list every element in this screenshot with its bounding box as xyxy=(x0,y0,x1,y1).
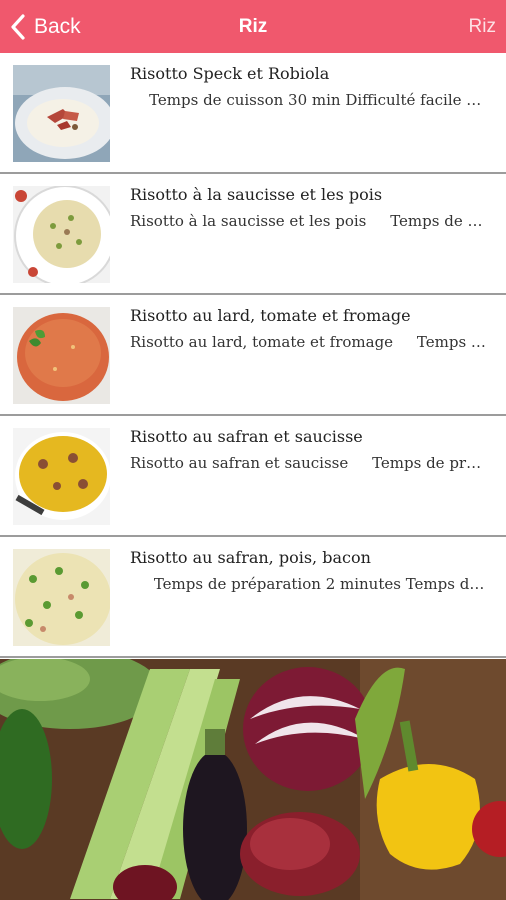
recipe-description: Temps de cuisson 30 min Difficulté facil… xyxy=(130,91,486,109)
recipe-row[interactable]: Risotto à la saucisse et les pois Risott… xyxy=(0,174,506,295)
recipe-thumbnail xyxy=(13,65,110,162)
recipe-title: Risotto Speck et Robiola xyxy=(130,64,330,83)
recipe-description: Risotto à la saucisse et les pois Temps … xyxy=(130,212,486,230)
navigation-bar: Back Riz Riz xyxy=(0,0,506,53)
recipe-list: Risotto Speck et Robiola Temps de cuisso… xyxy=(0,53,506,658)
recipe-thumbnail xyxy=(13,186,110,283)
vegetables-background-image xyxy=(0,659,506,900)
recipe-title: Risotto au lard, tomate et fromage xyxy=(130,306,411,325)
recipe-title: Risotto au safran, pois, bacon xyxy=(130,548,371,567)
recipe-title: Risotto à la saucisse et les pois xyxy=(130,185,383,204)
recipe-title: Risotto au safran et saucisse xyxy=(130,427,363,446)
recipe-description: Risotto au lard, tomate et fromage Temps… xyxy=(130,333,486,351)
recipe-description: Temps de préparation 2 minutes Temps d… xyxy=(130,575,485,593)
page-title: Riz xyxy=(238,16,268,37)
category-label[interactable]: Riz xyxy=(469,0,496,53)
recipe-thumbnail xyxy=(13,307,110,404)
recipe-thumbnail xyxy=(13,428,110,525)
recipe-thumbnail xyxy=(13,549,110,646)
recipe-description: Risotto au safran et saucisse Temps de p… xyxy=(130,454,486,472)
recipe-row[interactable]: Risotto au lard, tomate et fromage Risot… xyxy=(0,295,506,416)
recipe-row[interactable]: Risotto Speck et Robiola Temps de cuisso… xyxy=(0,53,506,174)
recipe-row[interactable]: Risotto au safran et saucisse Risotto au… xyxy=(0,416,506,537)
recipe-row[interactable]: Risotto au safran, pois, bacon Temps de … xyxy=(0,537,506,658)
